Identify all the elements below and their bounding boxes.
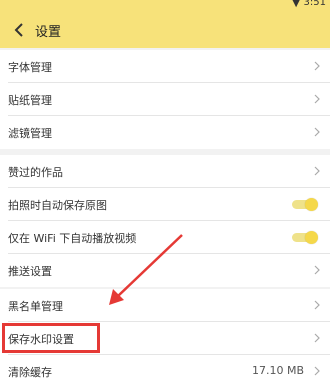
toggle-knob <box>305 198 318 211</box>
chevron-right-icon <box>314 265 320 275</box>
back-arrow-icon[interactable] <box>12 22 26 38</box>
wifi-autoplay-toggle[interactable] <box>292 231 318 244</box>
settings-row-font[interactable]: 字体管理 <box>0 50 330 83</box>
settings-row-blacklist[interactable]: 黑名单管理 <box>0 289 330 322</box>
row-label: 字体管理 <box>8 61 52 74</box>
settings-row-wifi-autoplay: 仅在 WiFi 下自动播放视频 <box>0 221 330 254</box>
cache-size-value: 17.10 MB <box>251 364 304 377</box>
row-label: 拍照时自动保存原图 <box>8 199 107 212</box>
annotation-highlight-box <box>2 323 100 353</box>
chevron-right-icon <box>314 94 320 104</box>
settings-row-push[interactable]: 推送设置 <box>0 254 330 287</box>
chevron-right-icon <box>314 61 320 71</box>
settings-row-save-original: 拍照时自动保存原图 <box>0 188 330 221</box>
row-label: 推送设置 <box>8 265 52 278</box>
toggle-knob <box>305 231 318 244</box>
row-label: 仅在 WiFi 下自动播放视频 <box>8 232 137 245</box>
chevron-right-icon <box>314 166 320 176</box>
settings-row-liked-works[interactable]: 赞过的作品 <box>0 155 330 188</box>
page-title: 设置 <box>35 25 62 40</box>
settings-row-filter[interactable]: 滤镜管理 <box>0 116 330 149</box>
save-original-toggle[interactable] <box>292 198 318 211</box>
wifi-icon: ▼ <box>292 0 300 9</box>
row-label: 赞过的作品 <box>8 166 63 179</box>
chevron-right-icon <box>314 127 320 137</box>
settings-row-sticker[interactable]: 贴纸管理 <box>0 83 330 116</box>
chevron-right-icon <box>314 366 320 376</box>
row-label: 滤镜管理 <box>8 127 52 140</box>
row-label: 清除缓存 <box>8 366 52 379</box>
status-time: 3:51 <box>303 0 326 8</box>
row-label: 贴纸管理 <box>8 94 52 107</box>
chevron-right-icon <box>314 300 320 310</box>
row-label: 黑名单管理 <box>8 300 63 313</box>
chevron-right-icon <box>314 333 320 343</box>
settings-row-clear-cache[interactable]: 清除缓存 17.10 MB <box>0 355 330 388</box>
status-bar: ▼ 3:51 <box>0 0 330 12</box>
app-header: 设置 <box>0 12 330 48</box>
